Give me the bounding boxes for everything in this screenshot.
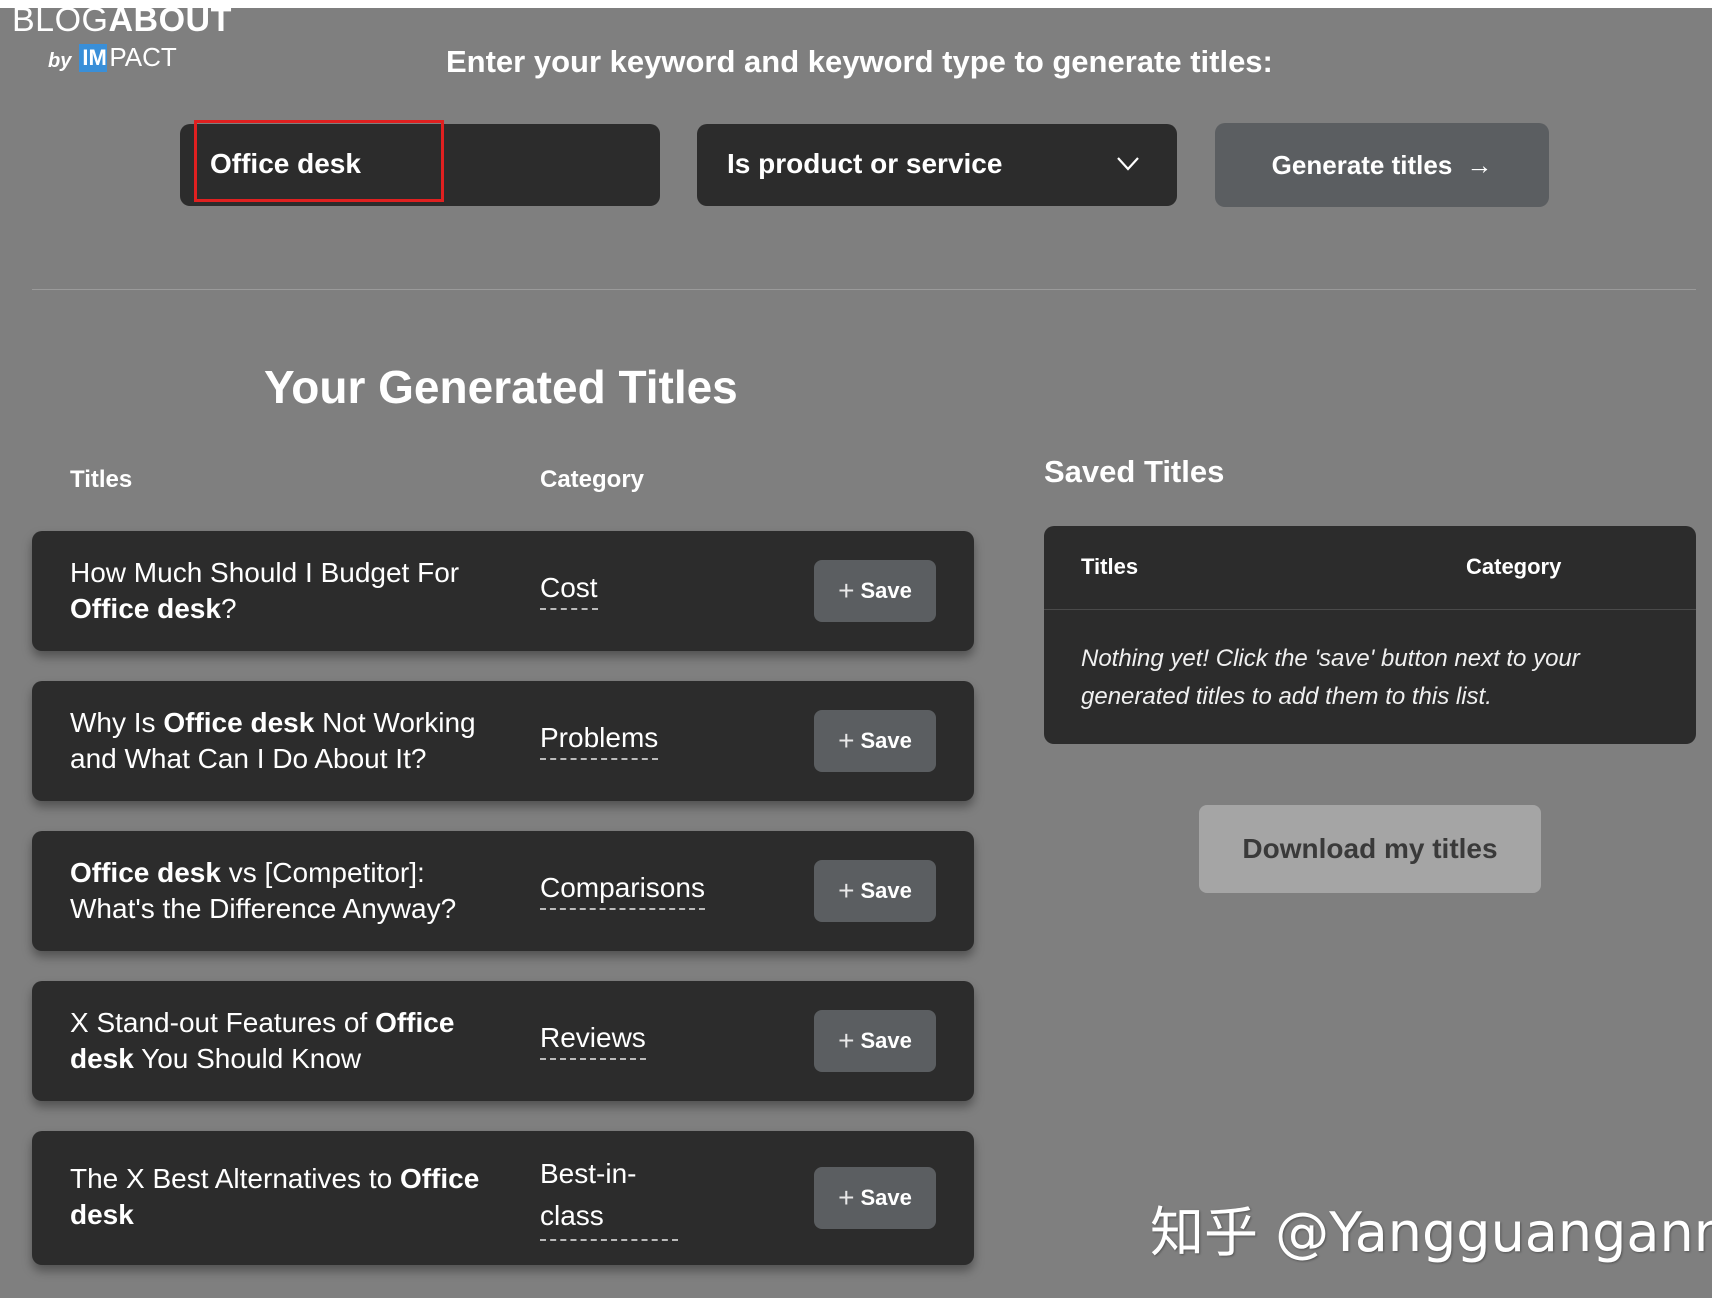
keyword-type-select[interactable]: Is product or service — [697, 124, 1177, 206]
title-row: Office desk vs [Competitor]: What's the … — [32, 831, 974, 951]
generate-titles-button[interactable]: Generate titles → — [1215, 123, 1549, 207]
category-link[interactable]: Best-in-class — [540, 1153, 678, 1241]
plus-icon: + — [838, 575, 855, 606]
empty-state-message: Nothing yet! Click the 'save' button nex… — [1081, 645, 1580, 710]
blogabout-logo[interactable]: BLOGABOUT by IM PACT — [12, 1, 232, 72]
download-titles-button[interactable]: Download my titles — [1199, 805, 1541, 893]
plus-icon: + — [838, 1025, 855, 1056]
saved-panel-divider — [1044, 609, 1696, 610]
title-row: X Stand-out Features of Office desk You … — [32, 981, 974, 1101]
saved-titles-heading: Saved Titles — [1044, 454, 1225, 489]
category-link[interactable]: Cost — [540, 570, 598, 610]
top-border — [0, 0, 1712, 8]
titles-column-header: Titles — [70, 466, 133, 493]
saved-titles-column-header: Titles — [1081, 554, 1139, 579]
section-divider — [32, 289, 1696, 290]
logo-wordmark: BLOGABOUT — [12, 1, 232, 39]
title-text: The X Best Alternatives to Office desk — [70, 1163, 480, 1230]
title-row: The X Best Alternatives to Office desk B… — [32, 1131, 974, 1265]
plus-icon: + — [838, 875, 855, 906]
logo-byline: by IM PACT — [48, 42, 177, 72]
save-button[interactable]: + Save — [814, 710, 936, 772]
title-row: Why Is Office desk Not Working and What … — [32, 681, 974, 801]
category-link[interactable]: Reviews — [540, 1020, 646, 1060]
keyword-input-value: Office desk — [210, 148, 361, 179]
category-column-header: Category — [540, 466, 645, 493]
chevron-down-icon — [1117, 157, 1139, 171]
keyword-input[interactable]: Office desk — [180, 120, 660, 206]
title-text: X Stand-out Features of Office desk You … — [70, 1007, 455, 1074]
watermark: 知乎 @Yangguangann — [1150, 1201, 1712, 1264]
category-link[interactable]: Problems — [540, 720, 659, 760]
save-button[interactable]: + Save — [814, 1010, 936, 1072]
keyword-type-selected: Is product or service — [727, 148, 1003, 179]
impact-mark-icon: IM — [79, 43, 108, 72]
saved-category-column-header: Category — [1466, 554, 1562, 579]
arrow-right-icon: → — [1466, 149, 1493, 180]
title-text: How Much Should I Budget For Office desk… — [70, 557, 460, 624]
category-link[interactable]: Comparisons — [540, 870, 705, 910]
title-row: How Much Should I Budget For Office desk… — [32, 531, 974, 651]
saved-titles-panel: Titles Category Nothing yet! Click the '… — [1044, 526, 1696, 744]
plus-icon: + — [838, 1182, 855, 1213]
plus-icon: + — [838, 725, 855, 756]
save-button[interactable]: + Save — [814, 560, 936, 622]
save-button[interactable]: + Save — [814, 1167, 936, 1229]
save-button[interactable]: + Save — [814, 860, 936, 922]
title-text: Why Is Office desk Not Working and What … — [70, 707, 476, 774]
title-text: Office desk vs [Competitor]: What's the … — [70, 857, 457, 924]
instructions-text: Enter your keyword and keyword type to g… — [446, 44, 1273, 79]
generated-titles-heading: Your Generated Titles — [264, 361, 738, 413]
